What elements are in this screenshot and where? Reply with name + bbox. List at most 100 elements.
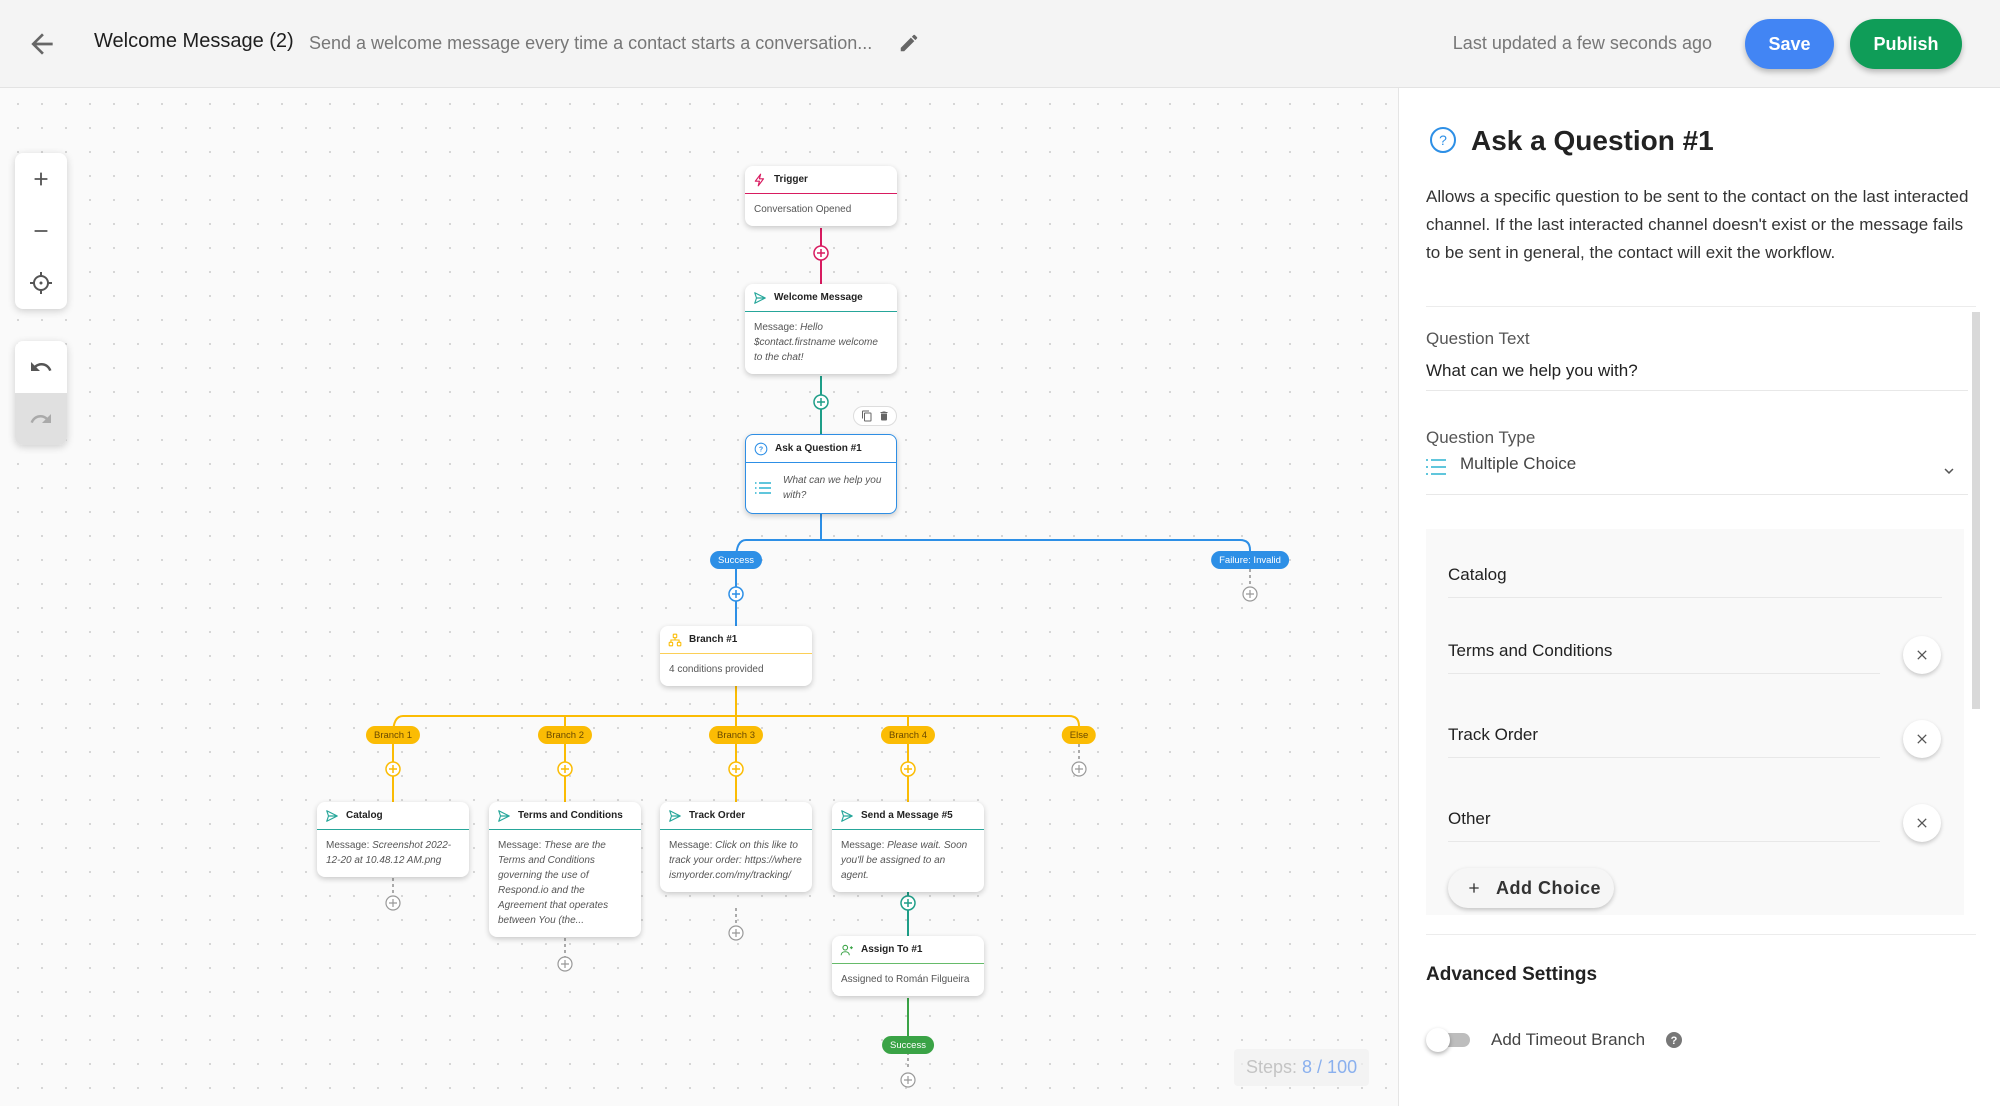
assign-success-label: Success	[882, 1036, 934, 1054]
zoom-in-button[interactable]	[15, 153, 67, 205]
toggle-knob	[1426, 1028, 1450, 1052]
choice-input[interactable]: Terms and Conditions	[1448, 641, 1878, 661]
input-underline	[1448, 757, 1880, 758]
node-body: Assigned to Román Filgueira	[841, 974, 970, 985]
svg-text:?: ?	[1671, 1035, 1678, 1047]
success-label: Success	[710, 551, 762, 569]
add-step-button[interactable]	[557, 761, 573, 777]
message-prefix: Message:	[498, 840, 542, 851]
question-text-input[interactable]: What can we help you with?	[1426, 361, 1638, 381]
node-body: Message: Click on this like to track you…	[660, 830, 812, 892]
node-body: Conversation Opened	[754, 204, 852, 215]
node-body: 4 conditions provided	[669, 664, 764, 675]
remove-choice-button[interactable]	[1903, 720, 1941, 758]
add-step-button[interactable]	[557, 956, 573, 972]
add-step-button[interactable]	[1071, 761, 1087, 777]
trigger-node[interactable]: Trigger Conversation Opened	[745, 166, 897, 226]
svg-text:?: ?	[759, 446, 763, 453]
message-prefix: Message:	[669, 840, 713, 851]
send-icon	[668, 809, 682, 823]
branch-icon	[668, 633, 682, 647]
redo-icon	[30, 414, 51, 423]
crosshair-icon	[30, 272, 52, 294]
panel-description: Allows a specific question to be sent to…	[1426, 187, 1969, 262]
add-step-button[interactable]	[385, 761, 401, 777]
add-step-button[interactable]	[1242, 586, 1258, 602]
branch-1-label: Branch 1	[365, 726, 421, 744]
add-step-button[interactable]	[728, 925, 744, 941]
workflow-canvas[interactable]: Success Failure: Invalid Branch 1 Branch…	[0, 88, 1398, 1106]
branch-4-label: Branch 4	[880, 726, 936, 744]
pencil-icon	[900, 34, 918, 52]
welcome-message-node[interactable]: Welcome Message Message: Hello $contact.…	[745, 284, 897, 374]
choice-input[interactable]: Catalog	[1448, 565, 1878, 585]
choice-input[interactable]: Other	[1448, 809, 1878, 829]
node-header: ? Ask a Question #1	[746, 435, 896, 463]
help-icon[interactable]: ?	[1665, 1031, 1683, 1049]
node-title: Send a Message #5	[861, 810, 953, 821]
top-bar: Welcome Message (2) Send a welcome messa…	[0, 0, 2000, 88]
add-choice-button[interactable]: Add Choice	[1448, 868, 1614, 908]
steps-counter: Steps: 8 / 100	[1234, 1049, 1370, 1086]
node-body: Message: Hello $contact.firstname welcom…	[745, 312, 897, 374]
close-icon	[1917, 650, 1927, 660]
step-settings-panel: ? Ask a Question #1 Allows a specific qu…	[1398, 88, 2000, 1106]
node-body: Message: Please wait. Soon you'll be ass…	[832, 830, 984, 892]
add-step-button[interactable]	[900, 895, 916, 911]
workflow-title: Welcome Message (2)	[94, 30, 294, 52]
undo-icon	[31, 362, 52, 371]
timeout-branch-toggle[interactable]	[1426, 1027, 1474, 1053]
add-choice-label: Add Choice	[1496, 877, 1602, 898]
branch-2-label: Branch 2	[537, 726, 593, 744]
track-order-message-node[interactable]: Track Order Message: Click on this like …	[660, 802, 812, 892]
add-step-button[interactable]	[728, 761, 744, 777]
arrow-left-icon	[31, 33, 53, 55]
terms-message-node[interactable]: Terms and Conditions Message: These are …	[489, 802, 641, 937]
svg-text:?: ?	[1439, 132, 1447, 148]
undo-button[interactable]	[15, 341, 67, 393]
divider	[1426, 934, 1976, 935]
trash-icon[interactable]	[878, 410, 890, 422]
plus-icon	[1469, 883, 1479, 893]
input-underline	[1448, 673, 1880, 674]
add-step-button[interactable]	[813, 394, 829, 410]
node-actions	[853, 406, 897, 426]
catalog-message-node[interactable]: Catalog Message: Screenshot 2022-12-20 a…	[317, 802, 469, 877]
send-icon	[325, 809, 339, 823]
ask-question-node[interactable]: ? Ask a Question #1 What can we help you…	[745, 434, 897, 514]
add-step-button[interactable]	[813, 245, 829, 261]
remove-choice-button[interactable]	[1903, 804, 1941, 842]
message-text: These are the Terms and Conditions gover…	[498, 840, 609, 926]
question-text: What can we help you with?	[783, 475, 882, 501]
copy-icon[interactable]	[861, 410, 873, 422]
redo-button[interactable]	[15, 393, 67, 445]
choices-list: Catalog Terms and Conditions Track Order…	[1426, 529, 1964, 915]
message-prefix: Message:	[841, 840, 885, 851]
publish-button[interactable]: Publish	[1850, 19, 1962, 69]
history-controls	[15, 341, 67, 445]
close-icon	[1917, 734, 1927, 744]
edit-workflow-button[interactable]	[898, 32, 922, 56]
node-header: Branch #1	[660, 626, 812, 654]
add-step-button[interactable]	[900, 1072, 916, 1088]
choice-input[interactable]: Track Order	[1448, 725, 1878, 745]
send-message-5-node[interactable]: Send a Message #5 Message: Please wait. …	[832, 802, 984, 892]
question-circle-icon: ?	[754, 442, 768, 456]
add-step-button[interactable]	[385, 895, 401, 911]
node-header: Catalog	[317, 802, 469, 830]
select-underline	[1426, 494, 1968, 495]
node-title: Ask a Question #1	[775, 443, 862, 454]
add-step-button[interactable]	[728, 586, 744, 602]
scrollbar-thumb[interactable]	[1972, 312, 1980, 709]
remove-choice-button[interactable]	[1903, 636, 1941, 674]
recenter-button[interactable]	[15, 257, 67, 309]
save-button[interactable]: Save	[1745, 19, 1834, 69]
branch-node[interactable]: Branch #1 4 conditions provided	[660, 626, 812, 686]
question-type-select[interactable]: Multiple Choice	[1426, 454, 1968, 480]
add-step-button[interactable]	[900, 761, 916, 777]
input-underline	[1448, 841, 1880, 842]
message-prefix: Message:	[326, 840, 370, 851]
assign-to-node[interactable]: Assign To #1 Assigned to Román Filgueira	[832, 936, 984, 996]
zoom-out-button[interactable]	[15, 205, 67, 257]
back-button[interactable]	[26, 28, 58, 60]
